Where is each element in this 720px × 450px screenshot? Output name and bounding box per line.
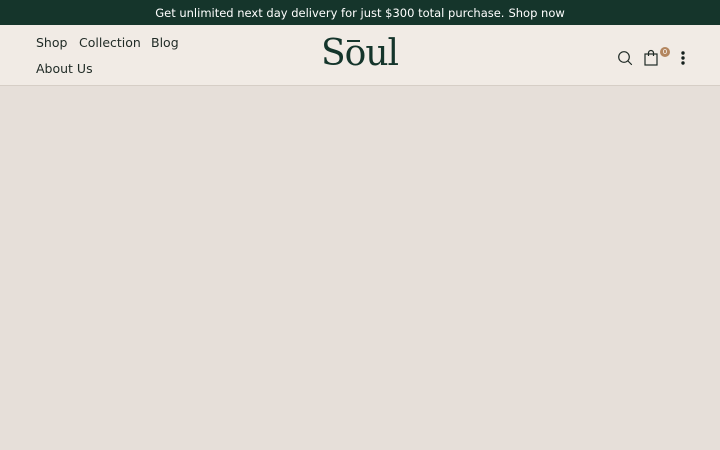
more-vertical-icon[interactable]: [678, 50, 688, 66]
brand-logo[interactable]: Soul: [321, 33, 401, 75]
nav-item-collection[interactable]: Collection: [79, 35, 141, 51]
main-content-area: [0, 86, 720, 450]
nav-item-shop[interactable]: Shop: [36, 35, 67, 51]
nav-item-about-us[interactable]: About Us: [36, 61, 93, 77]
logo-macron: [347, 40, 360, 42]
announcement-text: Get unlimited next day delivery for just…: [155, 5, 505, 20]
announcement-bar: Get unlimited next day delivery for just…: [0, 0, 720, 25]
search-icon[interactable]: [617, 50, 633, 66]
shopping-bag-icon[interactable]: [643, 49, 659, 66]
nav-item-blog[interactable]: Blog: [151, 35, 179, 51]
shop-now-link[interactable]: Shop now: [508, 6, 564, 20]
site-header: Shop Collection Blog About Us Soul: [0, 25, 720, 86]
cart-count-badge: 0: [660, 47, 670, 57]
